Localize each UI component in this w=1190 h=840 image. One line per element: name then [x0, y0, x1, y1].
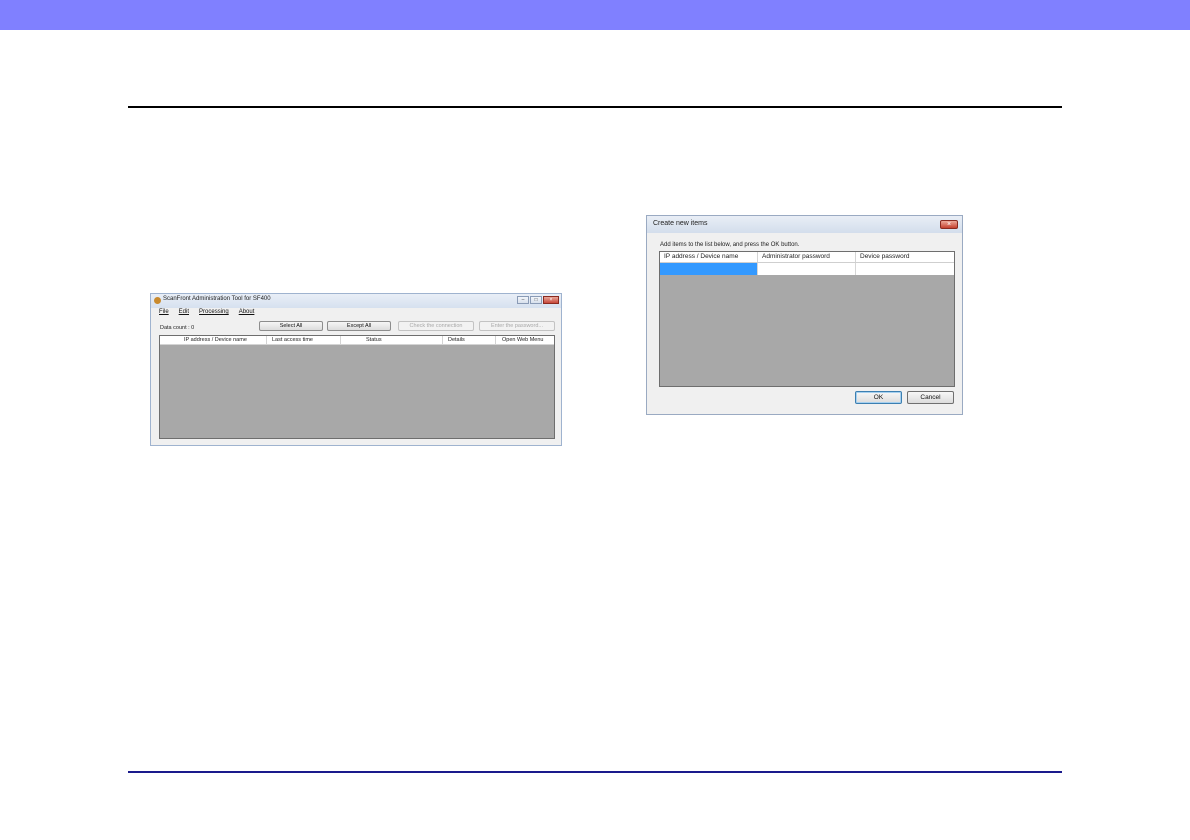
col-ip-address[interactable]: IP address / Device name [664, 252, 756, 262]
maximize-icon[interactable]: □ [530, 296, 542, 304]
check-connection-button[interactable]: Check the connection [398, 321, 474, 331]
col-open-web-menu[interactable]: Open Web Menu [502, 336, 552, 344]
column-divider [442, 336, 443, 344]
close-icon[interactable]: × [940, 220, 958, 229]
column-divider [855, 252, 856, 262]
col-admin-password[interactable]: Administrator password [762, 252, 854, 262]
column-divider [495, 336, 496, 344]
col-device-password[interactable]: Device password [860, 252, 952, 262]
close-icon[interactable]: × [543, 296, 559, 304]
app-icon [154, 297, 161, 304]
grid-header: IP address / Device name Administrator p… [660, 252, 954, 263]
device-list-header: IP address / Device name Last access tim… [160, 336, 554, 345]
footer-rule [128, 771, 1062, 773]
column-divider [340, 336, 341, 344]
table-row[interactable] [660, 263, 954, 275]
minimize-icon[interactable]: – [517, 296, 529, 304]
enter-password-button[interactable]: Enter the password... [479, 321, 555, 331]
admin-tool-window: ScanFront Administration Tool for SF400 … [150, 293, 562, 446]
create-new-items-dialog: Create new items × Add items to the list… [646, 215, 963, 415]
page-header-bar [0, 0, 1190, 30]
menu-about[interactable]: About [239, 309, 255, 315]
col-details[interactable]: Details [448, 336, 488, 344]
device-password-cell[interactable] [856, 263, 954, 275]
select-all-button[interactable]: Select All [259, 321, 323, 331]
dialog-titlebar: Create new items × [647, 216, 962, 233]
new-items-grid[interactable]: IP address / Device name Administrator p… [659, 251, 955, 387]
dialog-title: Create new items [653, 220, 708, 227]
ok-button[interactable]: OK [855, 391, 902, 404]
column-divider [757, 252, 758, 262]
column-divider [266, 336, 267, 344]
data-count-label: Data count : 0 [160, 325, 195, 331]
window-titlebar: ScanFront Administration Tool for SF400 … [151, 294, 561, 308]
device-list[interactable]: IP address / Device name Last access tim… [159, 335, 555, 439]
window-title: ScanFront Administration Tool for SF400 [163, 296, 271, 302]
ip-address-cell[interactable] [660, 263, 758, 275]
menu-processing[interactable]: Processing [199, 309, 229, 315]
except-all-button[interactable]: Except All [327, 321, 391, 331]
col-ip-address[interactable]: IP address / Device name [184, 336, 262, 344]
col-last-access[interactable]: Last access time [272, 336, 334, 344]
dialog-instruction: Add items to the list below, and press t… [660, 242, 800, 248]
menu-edit[interactable]: Edit [179, 309, 189, 315]
menu-file[interactable]: File [159, 309, 169, 315]
menu-bar: File Edit Processing About [159, 309, 254, 315]
col-status[interactable]: Status [366, 336, 406, 344]
admin-password-cell[interactable] [758, 263, 856, 275]
cancel-button[interactable]: Cancel [907, 391, 954, 404]
header-rule [128, 106, 1062, 108]
